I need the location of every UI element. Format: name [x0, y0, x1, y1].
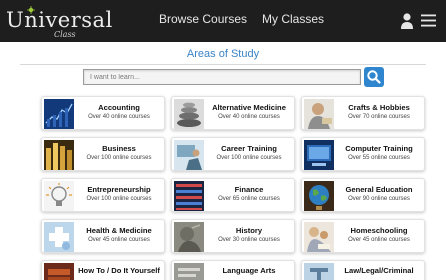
business-image — [44, 140, 74, 170]
language-arts-image — [174, 263, 204, 280]
menu-icon[interactable] — [421, 14, 436, 27]
top-nav-bar: Universal Class Browse Courses My Classe… — [0, 0, 446, 42]
nav-my-classes[interactable]: My Classes — [262, 12, 324, 26]
category-title: Career Training — [221, 144, 277, 153]
category-title: History — [235, 226, 263, 235]
user-icon[interactable] — [400, 12, 414, 30]
category-subtitle: Over 30 online courses — [218, 237, 280, 243]
category-subtitle: Over 100 online courses — [216, 155, 282, 161]
accounting-image — [44, 99, 74, 129]
search-button[interactable] — [364, 67, 384, 87]
category-subtitle: Over 65 online courses — [218, 196, 280, 202]
logo-subtext: Class — [54, 30, 76, 39]
category-subtitle: Over 100 online courses — [86, 196, 152, 202]
category-title: Entrepreneurship — [87, 185, 151, 194]
category-card-accounting[interactable]: Accounting Over 40 online courses — [41, 96, 165, 130]
search-icon — [367, 70, 381, 84]
category-card-language-arts[interactable]: Language Arts — [171, 260, 295, 280]
health-medicine-image — [44, 222, 74, 252]
category-subtitle: Over 90 online courses — [348, 196, 410, 202]
category-subtitle: Over 40 online courses — [218, 114, 280, 120]
title-divider — [20, 64, 426, 65]
category-subtitle: Over 45 online courses — [348, 237, 410, 243]
category-card-computer-training[interactable]: Computer Training Over 55 online courses — [301, 137, 425, 171]
category-card-entrepreneurship[interactable]: Entrepreneurship Over 100 online courses — [41, 178, 165, 212]
category-card-homeschooling[interactable]: Homeschooling Over 45 online courses — [301, 219, 425, 253]
category-title: Finance — [234, 185, 264, 194]
finance-image — [174, 181, 204, 211]
category-subtitle: Over 70 online courses — [348, 114, 410, 120]
career-training-image — [174, 140, 204, 170]
category-card-general-education[interactable]: General Education Over 90 online courses — [301, 178, 425, 212]
category-title: Homeschooling — [350, 226, 408, 235]
category-title: Computer Training — [345, 144, 413, 153]
general-education-image — [304, 181, 334, 211]
homeschooling-image — [304, 222, 334, 252]
category-title: Law/Legal/Criminal — [344, 266, 414, 275]
category-card-history[interactable]: History Over 30 online courses — [171, 219, 295, 253]
category-title: General Education — [345, 185, 413, 194]
computer-training-image — [304, 140, 334, 170]
how-to-diy-image — [44, 263, 74, 280]
alternative-medicine-image — [174, 99, 204, 129]
category-card-crafts-hobbies[interactable]: Crafts & Hobbies Over 70 online courses — [301, 96, 425, 130]
category-card-career-training[interactable]: Career Training Over 100 online courses — [171, 137, 295, 171]
category-card-law-legal-criminal[interactable]: Law/Legal/Criminal — [301, 260, 425, 280]
category-title: How To / Do It Yourself — [78, 266, 160, 275]
category-card-health-medicine[interactable]: Health & Medicine Over 45 online courses — [41, 219, 165, 253]
history-image — [174, 222, 204, 252]
category-subtitle: Over 45 online courses — [88, 237, 150, 243]
law-legal-criminal-image — [304, 263, 334, 280]
category-subtitle: Over 55 online courses — [348, 155, 410, 161]
logo-text: Universal — [6, 8, 113, 32]
category-title: Crafts & Hobbies — [348, 103, 410, 112]
category-title: Business — [102, 144, 136, 153]
category-card-alternative-medicine[interactable]: Alternative Medicine Over 40 online cour… — [171, 96, 295, 130]
category-title: Accounting — [98, 103, 140, 112]
category-subtitle: Over 100 online courses — [86, 155, 152, 161]
page-title: Areas of Study — [186, 48, 260, 60]
category-title: Health & Medicine — [86, 226, 152, 235]
search-input[interactable] — [83, 69, 361, 85]
category-card-finance[interactable]: Finance Over 65 online courses — [171, 178, 295, 212]
category-title: Language Arts — [222, 266, 276, 275]
crafts-hobbies-image — [304, 99, 334, 129]
category-card-business[interactable]: Business Over 100 online courses — [41, 137, 165, 171]
nav-browse-courses[interactable]: Browse Courses — [159, 12, 247, 26]
category-card-how-to-diy[interactable]: How To / Do It Yourself — [41, 260, 165, 280]
category-subtitle: Over 40 online courses — [88, 114, 150, 120]
category-title: Alternative Medicine — [212, 103, 286, 112]
entrepreneurship-image — [44, 181, 74, 211]
